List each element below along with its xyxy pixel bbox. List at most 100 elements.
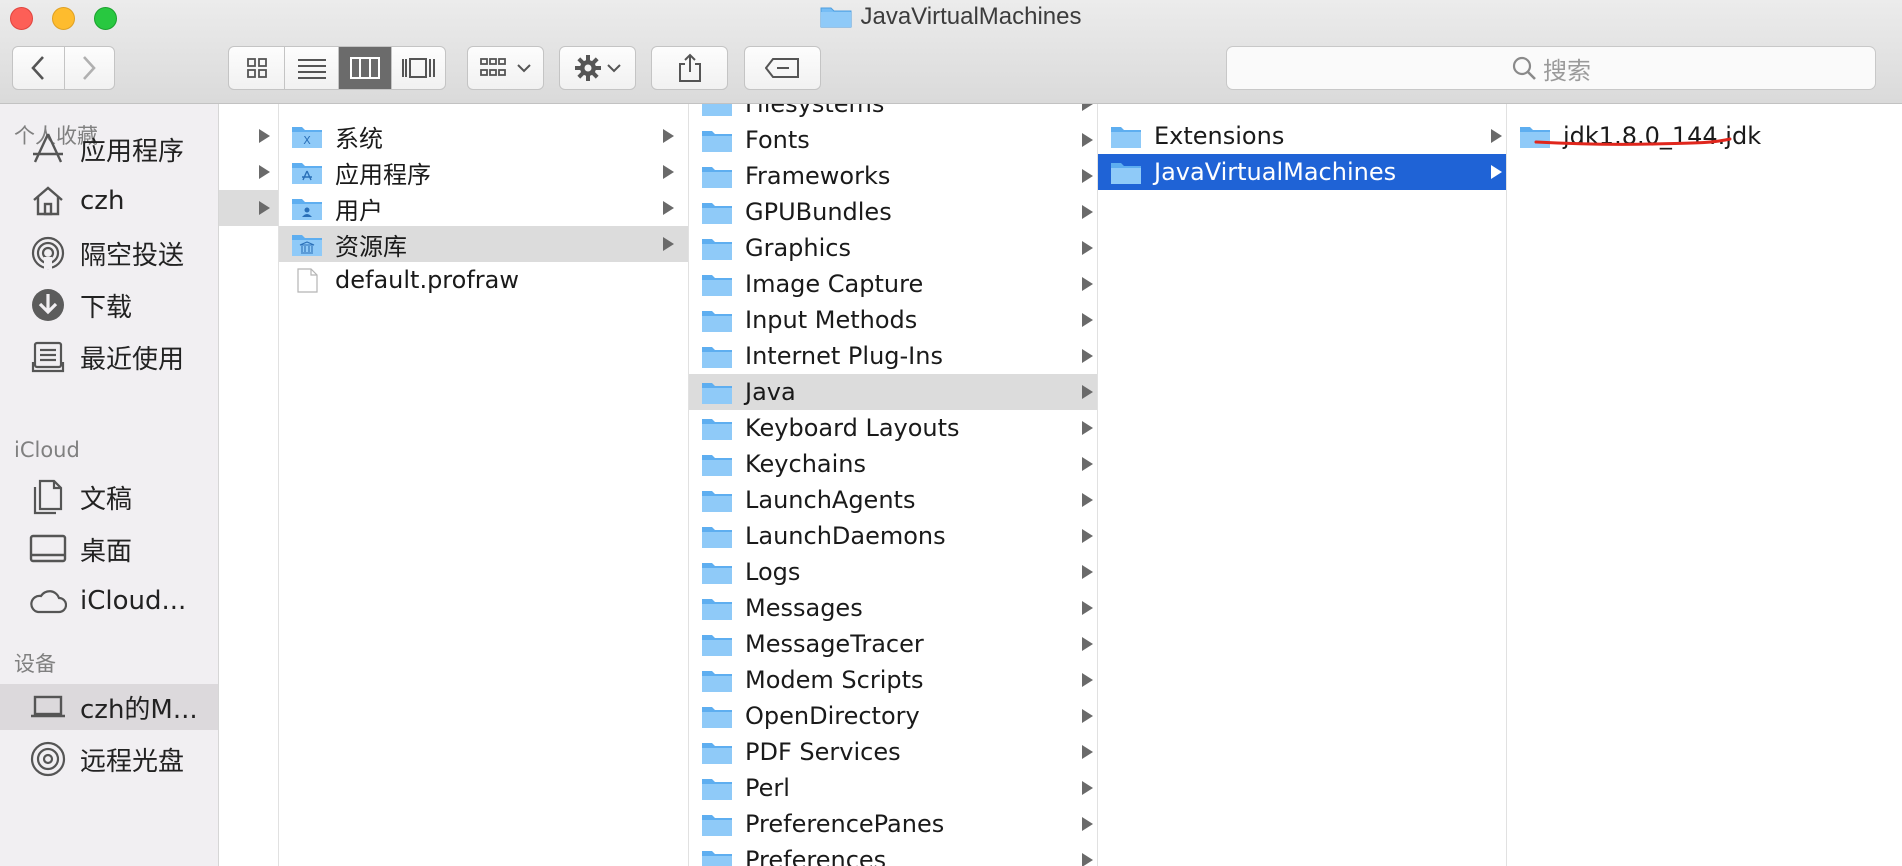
list-item[interactable]: default.profraw — [279, 262, 688, 298]
sidebar-item-desktop[interactable]: 桌面 — [0, 526, 218, 572]
window-title-text: JavaVirtualMachines — [860, 3, 1082, 30]
list-item-label: Modem Scripts — [745, 666, 924, 694]
sidebar-item-applications[interactable]: 应用程序 — [0, 126, 218, 172]
list-item[interactable]: Fonts — [689, 122, 1097, 158]
list-item[interactable]: Logs — [689, 554, 1097, 590]
folder-icon — [702, 454, 732, 476]
sidebar-item-label: 远程光盘 — [80, 746, 185, 777]
tag-button[interactable] — [744, 46, 821, 90]
list-item[interactable]: Preferences — [689, 842, 1097, 866]
list-item-label: OpenDirectory — [745, 702, 920, 730]
sidebar-item-icloud-drive[interactable]: iCloud... — [0, 578, 218, 624]
list-item[interactable]: GPUBundles — [689, 194, 1097, 230]
share-button[interactable] — [651, 46, 728, 90]
search-field[interactable]: 搜索 — [1226, 46, 1876, 90]
list-item[interactable]: PreferencePanes — [689, 806, 1097, 842]
back-button[interactable] — [13, 47, 64, 89]
folder-icon — [702, 418, 732, 440]
column-view-button[interactable] — [337, 47, 392, 89]
list-item[interactable]: MessageTracer — [689, 626, 1097, 662]
disclosure-arrow-icon — [1082, 817, 1093, 831]
group-by-icon — [479, 58, 506, 76]
list-item[interactable]: Graphics — [689, 230, 1097, 266]
action-menu-button[interactable] — [559, 46, 636, 90]
sidebar-item-downloads[interactable]: 下载 — [0, 282, 218, 328]
list-item[interactable]: Keychains — [689, 446, 1097, 482]
list-item-label: Extensions — [1154, 122, 1285, 150]
list-item[interactable]: Messages — [689, 590, 1097, 626]
list-item[interactable] — [219, 154, 278, 190]
disclosure-arrow-icon — [1082, 169, 1093, 183]
chevron-left-icon — [31, 56, 45, 80]
sidebar-item-label: iCloud... — [80, 586, 187, 616]
list-item[interactable] — [219, 118, 278, 154]
list-item-label: Graphics — [745, 234, 851, 262]
disclosure-arrow-icon — [1082, 853, 1093, 866]
list-item-label: 资源库 — [335, 232, 407, 261]
folder-icon — [702, 850, 732, 866]
list-item-label: 系统 — [335, 124, 383, 153]
folder-icon — [1111, 162, 1141, 184]
list-item[interactable]: PDF Services — [689, 734, 1097, 770]
folder-icon — [702, 310, 732, 332]
list-item[interactable]: Keyboard Layouts — [689, 410, 1097, 446]
list-view-button[interactable] — [284, 47, 338, 89]
list-item[interactable]: LaunchAgents — [689, 482, 1097, 518]
sidebar-item-recents[interactable]: 最近使用 — [0, 334, 218, 380]
list-item[interactable]: 资源库 — [279, 226, 688, 262]
list-item[interactable]: 应用程序 — [279, 154, 688, 190]
sidebar-list: 应用程序 czh 隔空投送 下载 最近使用 iCloud 文稿 桌面 iClou… — [0, 104, 218, 866]
tag-icon — [764, 58, 799, 78]
home-icon — [28, 181, 68, 221]
folder-icon — [702, 562, 732, 584]
grid-icon — [246, 58, 267, 78]
list-item[interactable]: Internet Plug-Ins — [689, 338, 1097, 374]
group-by-button[interactable] — [467, 46, 544, 90]
title-bar: JavaVirtualMachines 搜索 — [0, 0, 1902, 104]
sidebar-item-documents[interactable]: 文稿 — [0, 474, 218, 520]
disclosure-arrow-icon — [1082, 673, 1093, 687]
forward-button[interactable] — [63, 47, 115, 89]
gallery-view-button[interactable] — [391, 47, 445, 89]
list-item-label: 应用程序 — [335, 160, 431, 189]
list-item[interactable]: LaunchDaemons — [689, 518, 1097, 554]
list-item[interactable]: Perl — [689, 770, 1097, 806]
sidebar-item-home[interactable]: czh — [0, 178, 218, 224]
icon-view-button[interactable] — [229, 47, 284, 89]
list-item[interactable] — [219, 190, 278, 226]
sidebar-item-remote-disc[interactable]: 远程光盘 — [0, 736, 218, 782]
sidebar-item-label: 应用程序 — [80, 136, 185, 167]
sidebar-item-this-mac[interactable]: czh的M... — [0, 684, 218, 730]
airdrop-icon — [28, 233, 68, 273]
list-item-label: default.profraw — [335, 266, 519, 294]
list-item[interactable]: Filesystems — [689, 104, 1097, 122]
disclosure-arrow-icon — [1082, 493, 1093, 507]
folder-icon — [1111, 126, 1141, 148]
list-item-label: Fonts — [745, 126, 810, 154]
columns-icon — [350, 57, 381, 79]
folder-icon — [702, 814, 732, 836]
disclosure-arrow-icon — [663, 201, 674, 215]
disclosure-arrow-icon — [1082, 385, 1093, 399]
list-item[interactable]: 用户 — [279, 190, 688, 226]
list-item-label: 用户 — [335, 196, 383, 225]
disclosure-arrow-icon — [1082, 565, 1093, 579]
list-item[interactable]: Modem Scripts — [689, 662, 1097, 698]
disclosure-arrow-icon — [1082, 421, 1093, 435]
folder-icon — [702, 526, 732, 548]
list-item[interactable]: OpenDirectory — [689, 698, 1097, 734]
folder-icon — [702, 238, 732, 260]
share-icon — [678, 53, 701, 82]
sidebar-item-airdrop[interactable]: 隔空投送 — [0, 230, 218, 276]
list-item-label: Image Capture — [745, 270, 924, 298]
list-item[interactable]: JavaVirtualMachines — [1098, 154, 1506, 190]
list-item[interactable]: Image Capture — [689, 266, 1097, 302]
folder-icon — [702, 130, 732, 152]
list-item[interactable]: Input Methods — [689, 302, 1097, 338]
list-item[interactable]: Java — [689, 374, 1097, 410]
list-item[interactable]: Frameworks — [689, 158, 1097, 194]
list-item[interactable]: X 系统 — [279, 118, 688, 154]
list-item[interactable]: Extensions — [1098, 118, 1506, 154]
folder-icon — [292, 234, 322, 256]
disclosure-arrow-icon — [663, 237, 674, 251]
